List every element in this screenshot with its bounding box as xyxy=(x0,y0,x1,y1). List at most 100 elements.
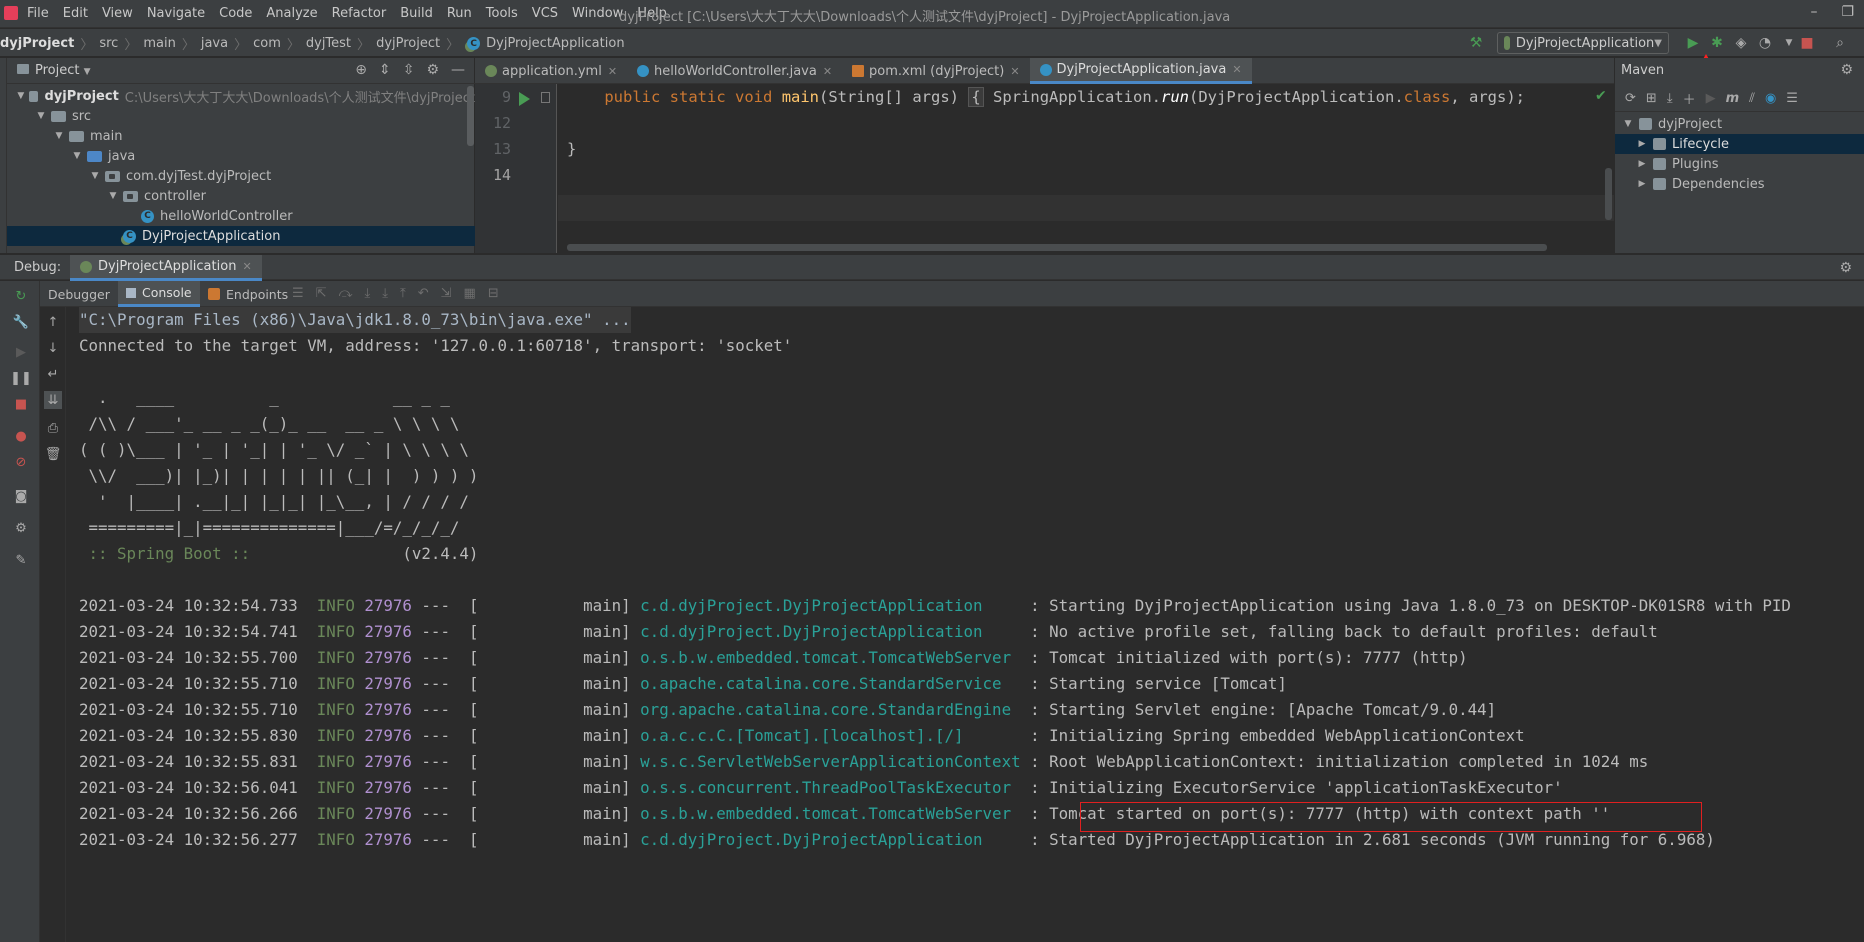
rerun-icon[interactable]: ↻ xyxy=(12,287,30,305)
tree-node-src[interactable]: ▼ src xyxy=(7,106,475,126)
wrench-icon[interactable]: 🔧 xyxy=(12,313,30,331)
close-icon[interactable]: ✕ xyxy=(1232,63,1241,76)
editor-vertical-scrollbar[interactable] xyxy=(1605,168,1612,220)
tab-pom-xml[interactable]: pom.xml (dyjProject) ✕ xyxy=(842,58,1030,84)
resume-icon[interactable]: ▶ xyxy=(12,343,30,361)
maven-m-icon[interactable]: m xyxy=(1726,91,1740,106)
expand-arrow-icon[interactable]: ▶ xyxy=(1635,159,1649,169)
soft-wrap-icon[interactable]: ↵ xyxy=(44,365,62,383)
force-step-into-icon[interactable]: ⤓ xyxy=(382,286,388,301)
mute-breakpoints-icon[interactable]: ⊘ xyxy=(12,453,30,471)
skip-tests-icon[interactable]: ◉ xyxy=(1765,91,1776,106)
menu-refactor[interactable]: Refactor xyxy=(325,6,394,21)
generate-sources-icon[interactable]: ⊞ xyxy=(1646,91,1657,106)
breadcrumb-item[interactable]: dyjTest xyxy=(306,36,351,51)
show-diagram-icon[interactable]: ☰ xyxy=(1786,91,1798,106)
step-over-icon[interactable]: ⤼ xyxy=(339,286,353,301)
menu-run[interactable]: Run xyxy=(440,6,479,21)
hide-icon[interactable]: — xyxy=(451,62,465,78)
arrow-down-icon[interactable]: ↓ xyxy=(44,339,62,357)
view-breakpoints-icon[interactable]: ● xyxy=(12,427,30,445)
collapse-all-icon[interactable]: ⇳ xyxy=(403,62,415,78)
restore-window-icon[interactable]: ❐ xyxy=(1841,4,1854,20)
pause-icon[interactable]: ❚❚ xyxy=(10,369,32,387)
expand-arrow-icon[interactable]: ▼ xyxy=(89,171,101,181)
code-line-9[interactable]: public static void main(String[] args) {… xyxy=(567,87,1525,107)
expand-arrow-icon[interactable]: ▶ xyxy=(1635,139,1649,149)
debug-session-tab[interactable]: DyjProjectApplication ✕ xyxy=(70,255,262,281)
locate-target-icon[interactable]: ⊕ xyxy=(355,62,367,78)
tab-hello-controller[interactable]: helloWorldController.java ✕ xyxy=(627,58,842,84)
breadcrumb-item[interactable]: dyjProject xyxy=(376,36,440,51)
fold-marker-icon[interactable] xyxy=(541,92,550,103)
run-gutter-icon[interactable] xyxy=(519,92,530,106)
step-out-icon[interactable]: ⤒ xyxy=(400,286,406,301)
close-icon[interactable]: ✕ xyxy=(1010,65,1019,78)
reload-icon[interactable]: ⟳ xyxy=(1625,91,1636,106)
arrow-up-icon[interactable]: ↑ xyxy=(44,313,62,331)
tab-endpoints[interactable]: Endpoints xyxy=(200,281,296,307)
expand-arrow-icon[interactable]: ▼ xyxy=(107,191,119,201)
menu-code[interactable]: Code xyxy=(212,6,259,21)
add-icon[interactable]: ＋ xyxy=(1683,89,1696,108)
tree-node-java[interactable]: ▼ java xyxy=(7,146,475,166)
coverage-icon[interactable]: ◈ xyxy=(1731,33,1751,53)
project-scrollbar[interactable] xyxy=(467,86,474,146)
show-execution-point-icon[interactable]: ⇱ xyxy=(316,286,327,301)
inspection-ok-icon[interactable]: ✔ xyxy=(1595,88,1607,104)
breadcrumb-item[interactable]: dyjProject xyxy=(0,36,74,51)
close-icon[interactable]: ✕ xyxy=(242,260,251,273)
evaluate-icon[interactable]: ▦ xyxy=(464,286,476,301)
tab-application-java[interactable]: DyjProjectApplication.java ✕ xyxy=(1029,58,1252,84)
drop-frame-icon[interactable]: ↶ xyxy=(418,286,429,301)
maven-node-plugins[interactable]: ▶ Plugins xyxy=(1615,154,1864,174)
tab-console[interactable]: Console xyxy=(118,281,200,307)
expand-arrow-icon[interactable]: ▼ xyxy=(17,91,25,101)
expand-arrow-icon[interactable]: ▼ xyxy=(53,131,65,141)
expand-arrow-icon[interactable]: ▼ xyxy=(71,151,83,161)
editor-horizontal-scrollbar[interactable] xyxy=(567,244,1547,251)
stop-icon[interactable]: ■ xyxy=(1797,33,1817,53)
menu-build[interactable]: Build xyxy=(393,6,440,21)
menu-file[interactable]: File xyxy=(20,6,56,21)
build-hammer-icon[interactable]: ⚒ xyxy=(1466,33,1486,53)
trace-icon[interactable]: ⊟ xyxy=(488,286,499,301)
search-everywhere-icon[interactable]: ⌕ xyxy=(1830,33,1850,53)
close-icon[interactable]: ✕ xyxy=(823,65,832,78)
breadcrumb-item[interactable]: DyjProjectApplication xyxy=(486,36,624,51)
tree-node-project-root[interactable]: ▼ dyjProject C:\Users\大大丁大大\Downloads\个人… xyxy=(7,86,475,106)
stop-icon[interactable]: ■ xyxy=(12,395,30,413)
close-icon[interactable]: ✕ xyxy=(608,65,617,78)
expand-arrow-icon[interactable]: ▼ xyxy=(35,111,47,121)
menu-navigate[interactable]: Navigate xyxy=(140,6,212,21)
toggle-offline-icon[interactable]: ⫽ xyxy=(1749,91,1755,106)
breadcrumb-item[interactable]: com xyxy=(253,36,281,51)
tab-debugger[interactable]: Debugger xyxy=(40,281,118,307)
expand-arrow-icon[interactable]: ▶ xyxy=(1635,179,1649,189)
gear-icon[interactable]: ⚙ xyxy=(12,519,30,537)
breadcrumb-item[interactable]: java xyxy=(201,36,228,51)
scroll-to-end-icon[interactable]: ⇊ xyxy=(44,391,62,409)
expand-all-icon[interactable]: ⇕ xyxy=(379,62,391,78)
tree-node-main[interactable]: ▼ main xyxy=(7,126,475,146)
maven-node-project[interactable]: ▼ dyjProject xyxy=(1615,114,1864,134)
breadcrumb-item[interactable]: main xyxy=(143,36,175,51)
maven-node-lifecycle[interactable]: ▶ Lifecycle xyxy=(1615,134,1864,154)
gear-icon[interactable]: ⚙ xyxy=(1839,260,1852,276)
code-line-13[interactable]: } xyxy=(567,140,576,158)
menu-icon[interactable]: ☰ xyxy=(292,286,304,301)
run-icon[interactable]: ▶ xyxy=(1683,33,1703,53)
gear-icon[interactable]: ⚙ xyxy=(1840,62,1853,78)
menu-view[interactable]: View xyxy=(95,6,140,21)
menu-analyze[interactable]: Analyze xyxy=(259,6,324,21)
tree-node-hello-controller[interactable]: C helloWorldController xyxy=(7,206,475,226)
print-icon[interactable]: ⎙ xyxy=(44,419,62,437)
download-icon[interactable]: ⤓ xyxy=(1667,91,1673,106)
pin-icon[interactable]: ✎ xyxy=(12,551,30,569)
chevron-down-icon[interactable]: ▼ xyxy=(1779,33,1799,53)
breadcrumb-item[interactable]: src xyxy=(99,36,118,51)
project-view-select[interactable]: Project ▼ xyxy=(17,63,91,78)
run-configuration-select[interactable]: DyjProjectApplication ▼ xyxy=(1497,32,1669,54)
maven-node-dependencies[interactable]: ▶ Dependencies xyxy=(1615,174,1864,194)
run-to-cursor-icon[interactable]: ⇲ xyxy=(441,286,452,301)
